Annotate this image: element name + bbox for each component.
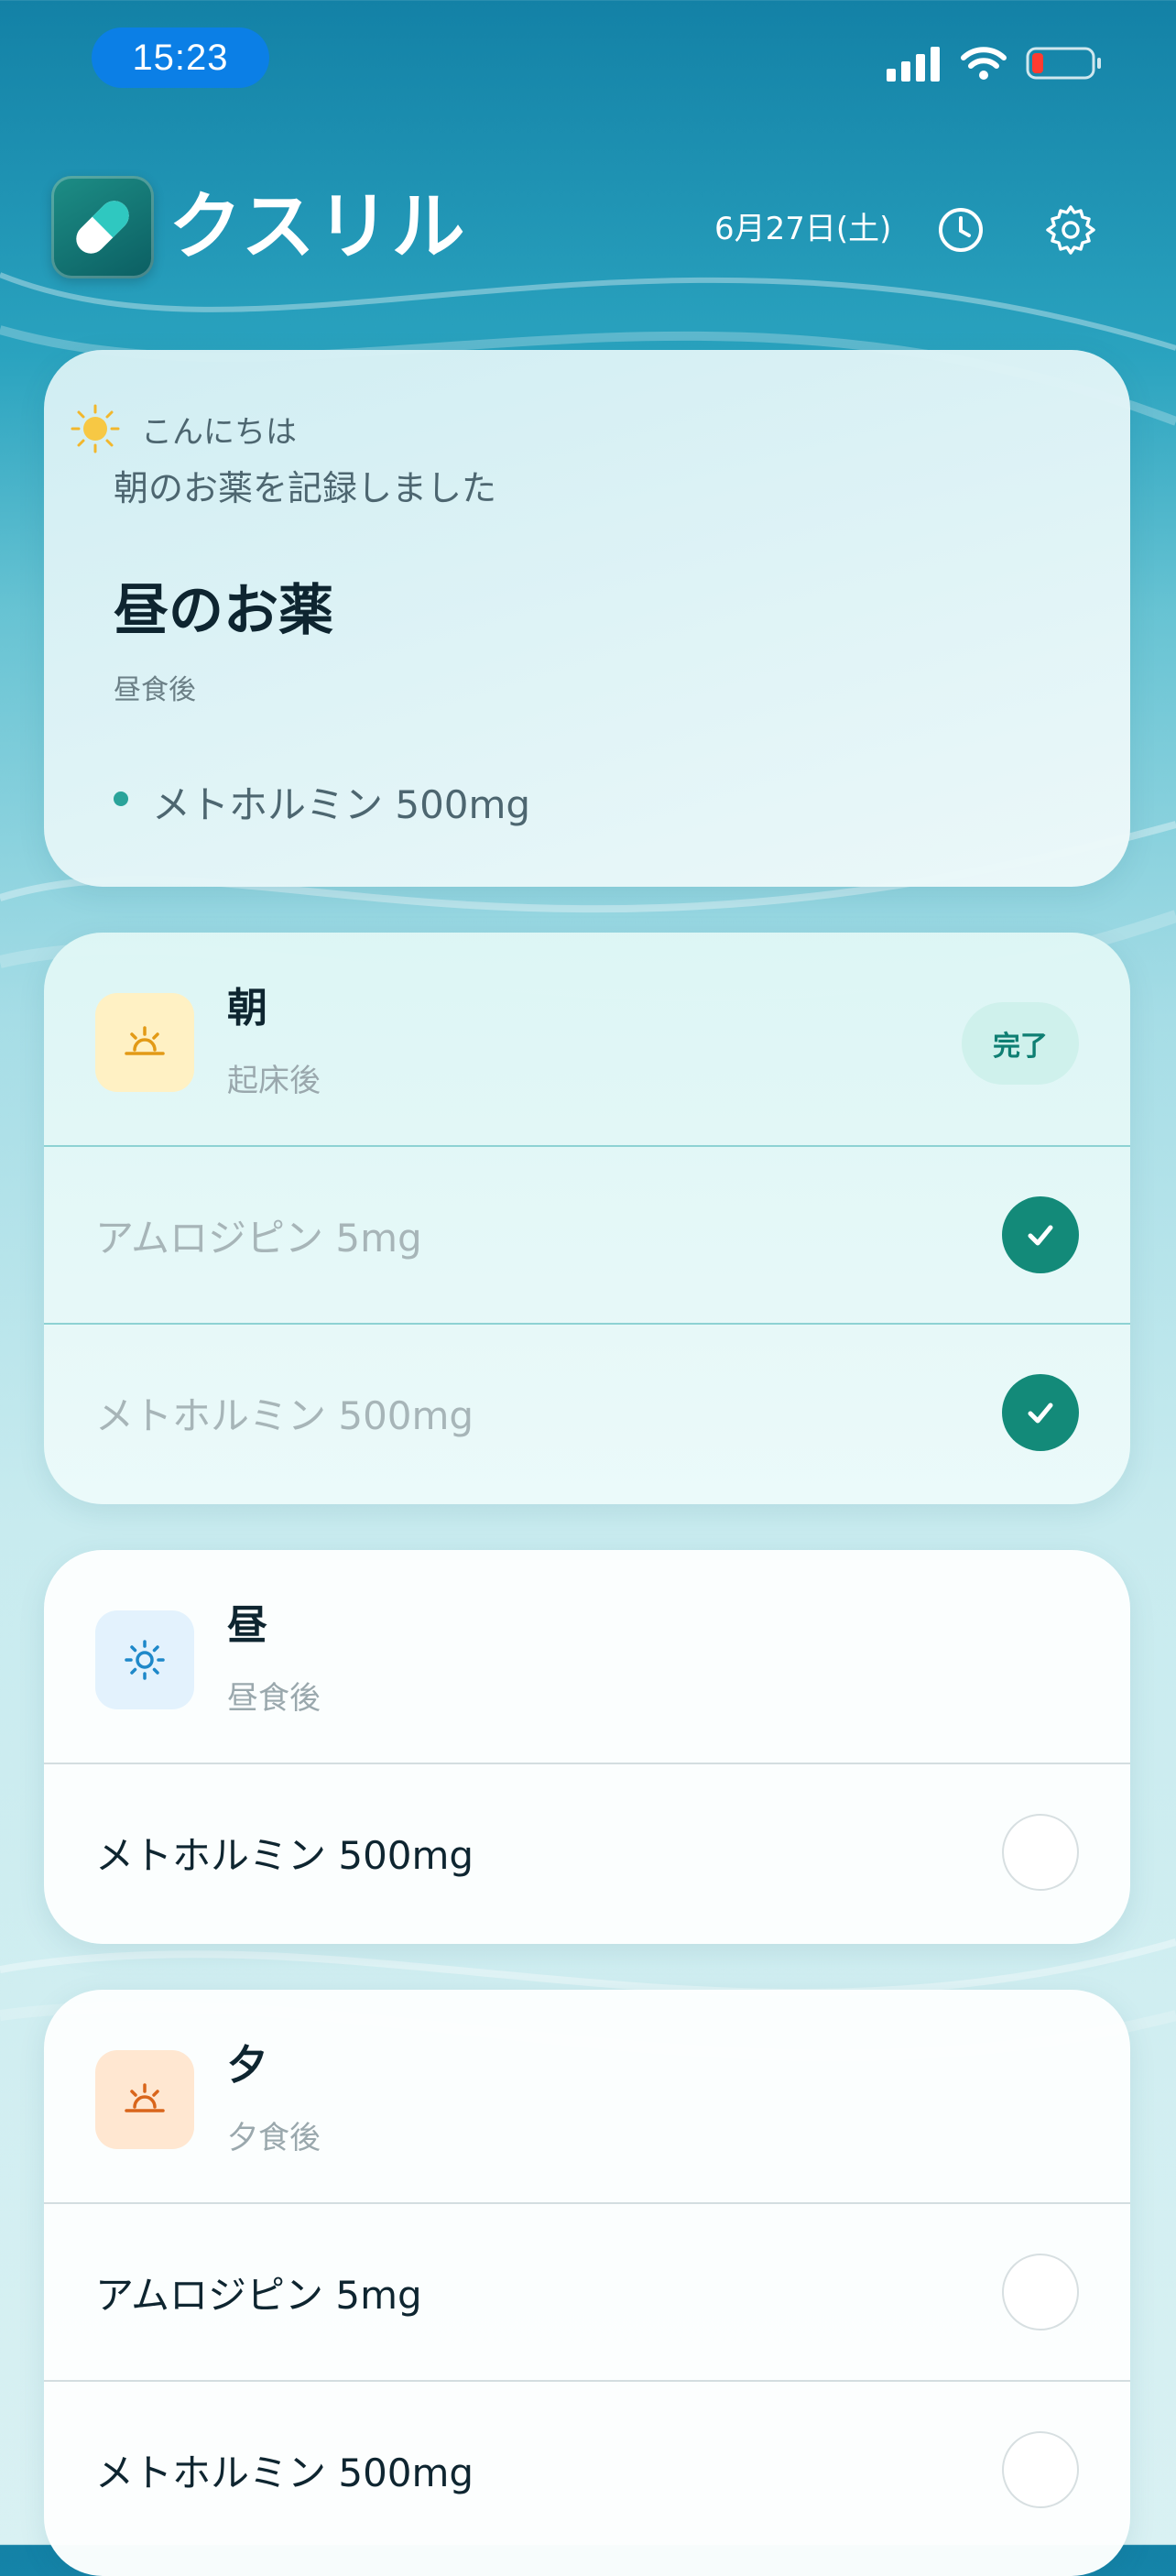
slot-name-morning: 朝 — [227, 985, 267, 1031]
status-badge-done: 完了 — [962, 1002, 1079, 1085]
med-row-morning-1[interactable]: アムロジピン 5mg — [44, 1147, 1130, 1323]
slot-icon-morning — [95, 993, 194, 1092]
greeting-row: こんにちは — [70, 403, 297, 454]
history-button[interactable] — [929, 198, 993, 262]
history-clock-icon — [939, 208, 983, 252]
med-row-morning-2[interactable]: メトホルミン 500mg — [44, 1325, 1130, 1501]
bullet-dot — [114, 791, 128, 806]
sunrise-icon — [125, 1026, 165, 1055]
slot-name-noon: 昼 — [227, 1602, 267, 1649]
status-icons — [887, 40, 1103, 86]
slot-card-morning: 朝 起床後 完了 アムロジピン 5mg メトホルミン 500mg — [44, 933, 1130, 1504]
settings-gear-icon — [1046, 205, 1095, 255]
med-label: メトホルミン 500mg — [95, 2450, 474, 2495]
slot-header-morning: 朝 起床後 完了 — [44, 933, 1130, 1145]
sunset-icon — [125, 2083, 165, 2112]
next-dose-medication: メトホルミン 500mg — [152, 782, 531, 827]
header-date: 6月27日(土) — [714, 211, 892, 247]
slot-card-noon: 昼 昼食後 メトホルミン 500mg — [44, 1550, 1130, 1944]
wifi-icon — [961, 47, 1007, 80]
med-row-evening-1[interactable]: アムロジピン 5mg — [44, 2204, 1130, 2380]
greeting-message: 朝のお薬を記録しました — [114, 468, 497, 508]
slot-timing-evening: 夕食後 — [227, 2120, 321, 2156]
next-dose-timing: 昼食後 — [114, 674, 196, 706]
slot-icon-noon — [95, 1610, 194, 1709]
slot-icon-evening — [95, 2050, 194, 2149]
slot-name-evening: 夕 — [227, 2042, 267, 2089]
med-label: アムロジピン 5mg — [95, 1215, 422, 1261]
next-dose-title: 昼のお薬 — [114, 579, 333, 643]
checkmark-icon — [1028, 1225, 1053, 1246]
taken-checkbox[interactable] — [1002, 1196, 1079, 1273]
app-title: クスリル — [169, 184, 467, 269]
battery-low-icon — [1026, 47, 1101, 80]
app-logo — [51, 176, 154, 278]
slot-timing-morning: 起床後 — [227, 1063, 321, 1099]
slot-header-noon: 昼 昼食後 — [44, 1550, 1130, 1763]
slot-header-evening: 夕 夕食後 — [44, 1990, 1130, 2202]
untaken-checkbox[interactable] — [1002, 2431, 1079, 2508]
med-row-noon-1[interactable]: メトホルミン 500mg — [44, 1764, 1130, 1940]
checkmark-icon — [1028, 1403, 1053, 1424]
slot-timing-noon: 昼食後 — [227, 1680, 321, 1717]
untaken-checkbox[interactable] — [1002, 1814, 1079, 1891]
med-row-evening-2[interactable]: メトホルミン 500mg — [44, 2382, 1130, 2558]
sun-icon — [125, 1640, 165, 1680]
pill-logo-icon — [76, 201, 129, 254]
status-time: 15:23 — [92, 27, 269, 88]
untaken-checkbox[interactable] — [1002, 2254, 1079, 2330]
greeting-hello: こんにちは — [141, 413, 297, 451]
med-label: メトホルミン 500mg — [95, 1832, 474, 1878]
med-label: アムロジピン 5mg — [95, 2272, 422, 2318]
taken-checkbox[interactable] — [1002, 1374, 1079, 1451]
med-label: メトホルミン 500mg — [95, 1392, 474, 1438]
slot-card-evening: 夕 夕食後 アムロジピン 5mg メトホルミン 500mg — [44, 1990, 1130, 2576]
settings-button[interactable] — [1039, 198, 1103, 262]
sun-emoji-icon — [71, 404, 120, 453]
cellular-signal-icon — [887, 47, 940, 82]
